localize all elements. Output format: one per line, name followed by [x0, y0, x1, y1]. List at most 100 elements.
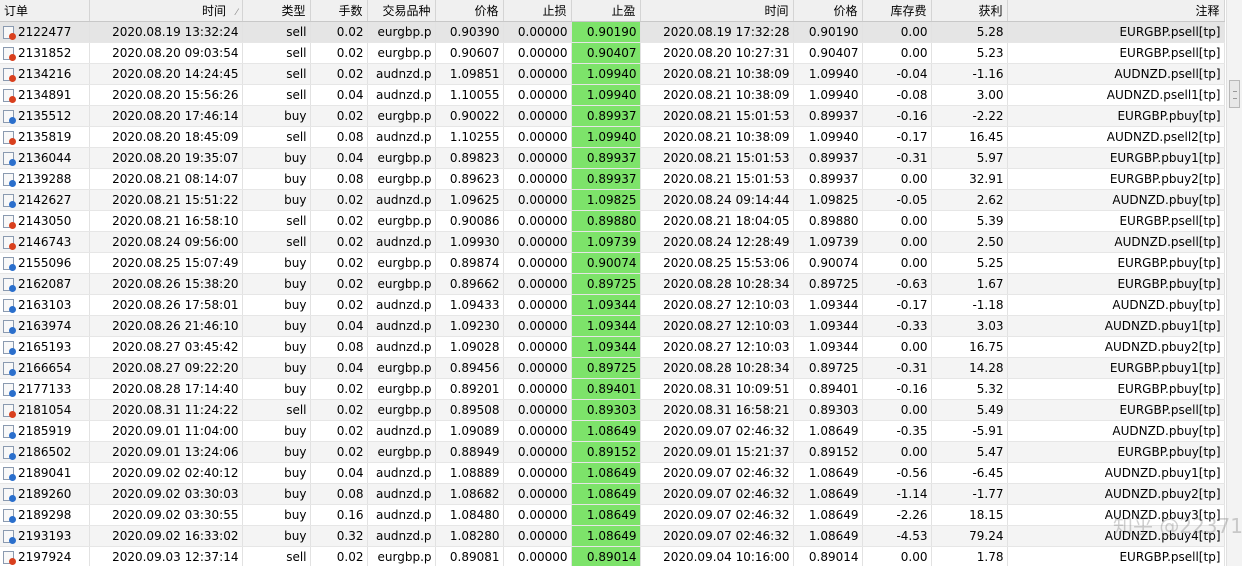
table-row[interactable]: 2181054 2020.08.31 11:24:22 sell 0.02 eurgbp…	[0, 399, 1225, 421]
cell-open-price: 1.09028	[435, 336, 504, 358]
table-row[interactable]: 2163974 2020.08.26 21:46:10 buy 0.04 audnzd.…	[0, 315, 1225, 337]
cell-lots: 0.04	[310, 147, 368, 169]
table-row[interactable]: 2186502 2020.09.01 13:24:06 buy 0.02 eurgbp.…	[0, 441, 1225, 463]
cell-order: 2143050	[0, 210, 90, 232]
cell-swap: -0.56	[862, 462, 932, 484]
cell-open-time: 2020.09.02 03:30:03	[89, 483, 243, 505]
order-number: 2131852	[18, 46, 72, 60]
buy-order-icon	[3, 194, 16, 208]
cell-swap: 0.00	[862, 546, 932, 566]
cell-profit: 1.78	[931, 546, 1008, 566]
table-row[interactable]: 2193193 2020.09.02 16:33:02 buy 0.32 audnzd.…	[0, 525, 1225, 547]
buy-order-icon	[3, 530, 16, 544]
scrollbar-thumb[interactable]	[1229, 80, 1240, 108]
cell-swap: -0.16	[862, 378, 932, 400]
col-header-profit[interactable]: 获利	[931, 0, 1008, 22]
col-header-comment[interactable]: 注释	[1007, 0, 1225, 22]
col-header-type[interactable]: 类型	[242, 0, 311, 22]
table-row[interactable]: 2189260 2020.09.02 03:30:03 buy 0.08 audnzd.…	[0, 483, 1225, 505]
col-header-stop-loss[interactable]: 止损	[503, 0, 572, 22]
cell-open-price: 0.90607	[435, 42, 504, 64]
cell-open-price: 1.09930	[435, 231, 504, 253]
table-row[interactable]: 2197924 2020.09.03 12:37:14 sell 0.02 eurgbp…	[0, 546, 1225, 566]
col-header-symbol[interactable]: 交易品种	[367, 0, 436, 22]
table-row[interactable]: 2135512 2020.08.20 17:46:14 buy 0.02 eurgbp.…	[0, 105, 1225, 127]
table-row[interactable]: 2143050 2020.08.21 16:58:10 sell 0.02 eurgbp…	[0, 210, 1225, 232]
table-row[interactable]: 2177133 2020.08.28 17:14:40 buy 0.02 eurgbp.…	[0, 378, 1225, 400]
cell-comment: AUDNZD.pbuy1[tp]	[1007, 462, 1225, 484]
table-row[interactable]: 2166654 2020.08.27 09:22:20 buy 0.04 eurgbp.…	[0, 357, 1225, 379]
cell-symbol: eurgbp.p	[367, 147, 436, 169]
order-number: 2142627	[18, 193, 72, 207]
table-row[interactable]: 2134891 2020.08.20 15:56:26 sell 0.04 audnzd…	[0, 84, 1225, 106]
table-row[interactable]: 2139288 2020.08.21 08:14:07 buy 0.08 eurgbp.…	[0, 168, 1225, 190]
cell-order: 2165193	[0, 336, 90, 358]
cell-open-price: 1.08889	[435, 462, 504, 484]
table-row[interactable]: 2185919 2020.09.01 11:04:00 buy 0.02 audnzd.…	[0, 420, 1225, 442]
cell-lots: 0.02	[310, 42, 368, 64]
cell-comment: AUDNZD.pbuy2[tp]	[1007, 336, 1225, 358]
col-header-swap[interactable]: 库存费	[862, 0, 932, 22]
table-row[interactable]: 2163103 2020.08.26 17:58:01 buy 0.02 audnzd.…	[0, 294, 1225, 316]
col-header-open-price[interactable]: 价格	[435, 0, 504, 22]
table-row[interactable]: 2146743 2020.08.24 09:56:00 sell 0.02 audnzd…	[0, 231, 1225, 253]
order-status-dot	[9, 117, 16, 124]
cell-stop-loss: 0.00000	[503, 462, 572, 484]
cell-open-time: 2020.08.21 15:51:22	[89, 189, 243, 211]
order-number: 2155096	[18, 256, 72, 270]
col-header-close-price[interactable]: 价格	[793, 0, 863, 22]
table-row[interactable]: 2131852 2020.08.20 09:03:54 sell 0.02 eurgbp…	[0, 42, 1225, 64]
table-row[interactable]: 2189298 2020.09.02 03:30:55 buy 0.16 audnzd.…	[0, 504, 1225, 526]
table-row[interactable]: 2165193 2020.08.27 03:45:42 buy 0.08 audnzd.…	[0, 336, 1225, 358]
table-row[interactable]: 2162087 2020.08.26 15:38:20 buy 0.02 eurgbp.…	[0, 273, 1225, 295]
cell-open-time: 2020.08.24 09:56:00	[89, 231, 243, 253]
cell-order: 2136044	[0, 147, 90, 169]
order-status-dot	[9, 180, 16, 187]
cell-swap: 0.00	[862, 21, 932, 43]
order-status-dot	[9, 453, 16, 460]
cell-type: buy	[242, 504, 311, 526]
cell-open-price: 0.89874	[435, 252, 504, 274]
cell-symbol: eurgbp.p	[367, 168, 436, 190]
cell-lots: 0.02	[310, 441, 368, 463]
cell-stop-loss: 0.00000	[503, 546, 572, 566]
col-header-lots[interactable]: 手数	[310, 0, 368, 22]
cell-take-profit: 1.09344	[571, 294, 641, 316]
col-header-open-time[interactable]: 时间 ⁄	[89, 0, 243, 22]
cell-close-price: 1.08649	[793, 483, 863, 505]
table-row[interactable]: 2142627 2020.08.21 15:51:22 buy 0.02 audnzd.…	[0, 189, 1225, 211]
cell-take-profit: 0.90074	[571, 252, 641, 274]
cell-type: sell	[242, 21, 311, 43]
cell-open-price: 0.89508	[435, 399, 504, 421]
order-number: 2193193	[18, 529, 72, 543]
cell-type: sell	[242, 126, 311, 148]
sell-order-icon	[3, 47, 16, 61]
col-header-order[interactable]: 订单	[0, 0, 90, 22]
cell-type: sell	[242, 546, 311, 566]
cell-close-price: 1.09344	[793, 315, 863, 337]
table-row[interactable]: 2189041 2020.09.02 02:40:12 buy 0.04 audnzd.…	[0, 462, 1225, 484]
vertical-scrollbar[interactable]	[1226, 0, 1242, 566]
cell-comment: EURGBP.pbuy[tp]	[1007, 252, 1225, 274]
cell-symbol: audnzd.p	[367, 336, 436, 358]
cell-stop-loss: 0.00000	[503, 168, 572, 190]
cell-close-time: 2020.08.19 17:32:28	[640, 21, 794, 43]
table-row[interactable]: 2155096 2020.08.25 15:07:49 buy 0.02 eurgbp.…	[0, 252, 1225, 274]
cell-take-profit: 1.09940	[571, 63, 641, 85]
table-row[interactable]: 2136044 2020.08.20 19:35:07 buy 0.04 eurgbp.…	[0, 147, 1225, 169]
col-header-take-profit[interactable]: 止盈	[571, 0, 641, 22]
cell-symbol: audnzd.p	[367, 63, 436, 85]
table-row[interactable]: 2122477 2020.08.19 13:32:24 sell 0.02 eurgbp…	[0, 21, 1225, 43]
table-row[interactable]: 2135819 2020.08.20 18:45:09 sell 0.08 audnzd…	[0, 126, 1225, 148]
cell-open-time: 2020.08.26 15:38:20	[89, 273, 243, 295]
cell-symbol: audnzd.p	[367, 525, 436, 547]
cell-close-price: 0.89880	[793, 210, 863, 232]
cell-swap: -0.33	[862, 315, 932, 337]
cell-close-time: 2020.08.28 10:28:34	[640, 357, 794, 379]
table-row[interactable]: 2134216 2020.08.20 14:24:45 sell 0.02 audnzd…	[0, 63, 1225, 85]
col-header-close-time[interactable]: 时间	[640, 0, 794, 22]
cell-profit: 5.97	[931, 147, 1008, 169]
cell-symbol: eurgbp.p	[367, 399, 436, 421]
cell-comment: EURGBP.pbuy2[tp]	[1007, 168, 1225, 190]
cell-swap: 0.00	[862, 210, 932, 232]
